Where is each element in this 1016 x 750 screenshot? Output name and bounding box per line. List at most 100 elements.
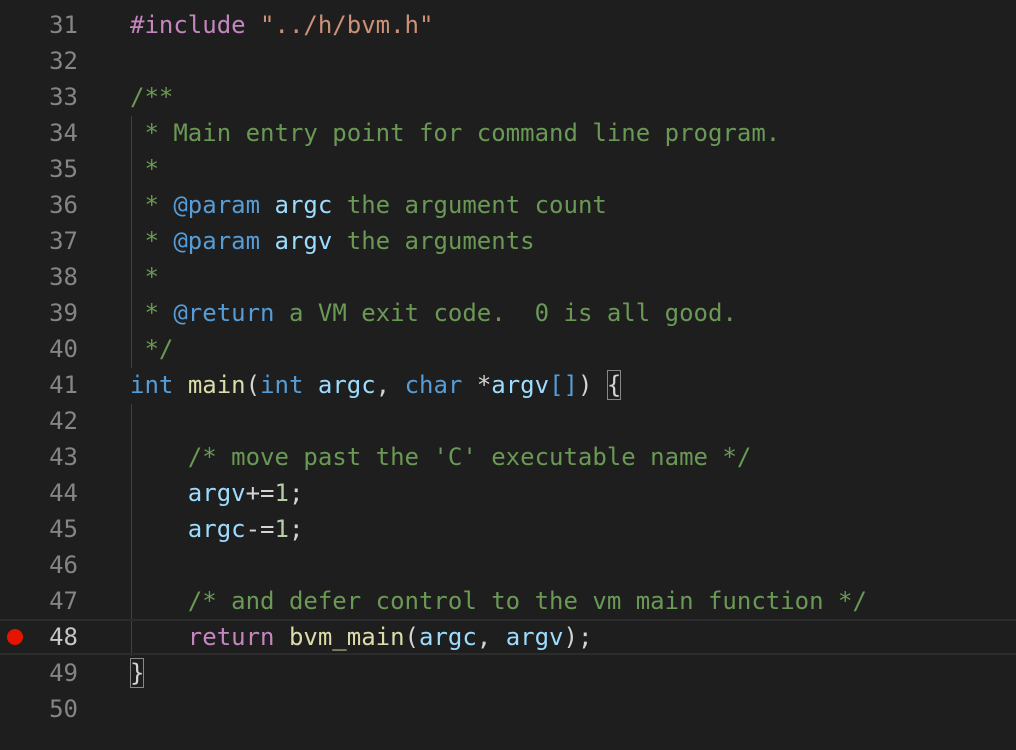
code-text[interactable]: * @return a VM exit code. 0 is all good. bbox=[130, 295, 737, 331]
line-number[interactable]: 44 bbox=[0, 475, 78, 511]
comment-token: * Main entry point for command line prog… bbox=[130, 119, 781, 147]
code-text[interactable]: */ bbox=[130, 331, 173, 367]
line-number[interactable]: 50 bbox=[0, 691, 78, 727]
line-number[interactable]: 32 bbox=[0, 43, 78, 79]
line-number[interactable]: 33 bbox=[0, 79, 78, 115]
bracket-token: [] bbox=[549, 371, 578, 399]
line-number[interactable]: 35 bbox=[0, 151, 78, 187]
punctuation-token bbox=[130, 443, 188, 471]
code-text[interactable]: /* move past the 'C' executable name */ bbox=[130, 439, 752, 475]
line-number[interactable]: 43 bbox=[0, 439, 78, 475]
code-text[interactable]: * @param argc the argument count bbox=[130, 187, 607, 223]
line-number[interactable]: 39 bbox=[0, 295, 78, 331]
comment-token: * bbox=[130, 263, 159, 291]
line-number[interactable]: 47 bbox=[0, 583, 78, 619]
code-text[interactable]: * Main entry point for command line prog… bbox=[130, 115, 780, 151]
code-text[interactable]: * bbox=[130, 151, 158, 187]
code-line[interactable]: 41 int main(int argc, char *argv[]) { bbox=[0, 367, 1016, 403]
function-name-token: bvm_main bbox=[288, 623, 405, 651]
function-name-token: main bbox=[187, 371, 246, 399]
code-text[interactable]: argv+=1; bbox=[130, 475, 304, 511]
code-line[interactable]: 44 argv+=1; bbox=[0, 475, 1016, 511]
line-number[interactable]: 31 bbox=[0, 7, 78, 43]
code-line[interactable]: 36 * @param argc the argument count bbox=[0, 187, 1016, 223]
code-line[interactable]: 39 * @return a VM exit code. 0 is all go… bbox=[0, 295, 1016, 331]
code-line[interactable]: 48 return bvm_main(argc, argv); bbox=[0, 619, 1016, 655]
line-number[interactable]: 42 bbox=[0, 403, 78, 439]
punctuation-token bbox=[303, 371, 317, 399]
code-line[interactable]: 46 bbox=[0, 547, 1016, 583]
string-token: "../h/bvm.h" bbox=[260, 11, 434, 39]
comment-token: * bbox=[130, 299, 174, 327]
punctuation-token: ; bbox=[288, 515, 304, 543]
comment-token: * bbox=[130, 227, 174, 255]
punctuation-token: ( bbox=[245, 371, 261, 399]
code-text[interactable]: /** bbox=[130, 79, 173, 115]
line-number[interactable]: 34 bbox=[0, 115, 78, 151]
line-number[interactable]: 41 bbox=[0, 367, 78, 403]
matched-bracket: } bbox=[130, 658, 145, 688]
variable-token: argc bbox=[419, 623, 477, 651]
punctuation-token bbox=[130, 587, 188, 615]
line-number[interactable]: 37 bbox=[0, 223, 78, 259]
line-number[interactable]: 36 bbox=[0, 187, 78, 223]
code-line[interactable]: 45 argc-=1; bbox=[0, 511, 1016, 547]
code-line[interactable]: 34 * Main entry point for command line p… bbox=[0, 115, 1016, 151]
variable-token: argc bbox=[317, 371, 376, 399]
variable-token: argv bbox=[274, 227, 333, 255]
code-text[interactable]: return bvm_main(argc, argv); bbox=[130, 621, 593, 653]
code-text[interactable]: argc-=1; bbox=[130, 511, 304, 547]
comment-token: the arguments bbox=[332, 227, 535, 255]
punctuation-token bbox=[173, 371, 187, 399]
code-line[interactable]: 43 /* move past the 'C' executable name … bbox=[0, 439, 1016, 475]
comment-token: a VM exit code. 0 is all good. bbox=[274, 299, 737, 327]
punctuation-token bbox=[130, 623, 188, 651]
code-text[interactable]: * @param argv the arguments bbox=[130, 223, 535, 259]
comment-token: * bbox=[130, 191, 174, 219]
code-line[interactable]: 42 bbox=[0, 403, 1016, 439]
code-text[interactable]: int main(int argc, char *argv[]) { bbox=[130, 367, 622, 403]
line-number[interactable]: 48 bbox=[0, 621, 78, 653]
preprocessor-token: #include bbox=[130, 11, 261, 39]
punctuation-token bbox=[130, 479, 188, 507]
code-text[interactable]: * bbox=[130, 259, 159, 295]
code-line[interactable]: 40 */ bbox=[0, 331, 1016, 367]
matched-bracket: { bbox=[606, 370, 622, 400]
punctuation-token: , bbox=[375, 371, 405, 399]
code-line[interactable]: 49} bbox=[0, 655, 1016, 691]
punctuation-token: ; bbox=[288, 479, 304, 507]
code-line[interactable]: 32 bbox=[0, 43, 1016, 79]
line-number[interactable]: 49 bbox=[0, 655, 78, 691]
code-text[interactable]: #include "../h/bvm.h" bbox=[130, 7, 433, 43]
code-line[interactable]: 50 bbox=[0, 691, 1016, 727]
code-line[interactable]: 31 #include "../h/bvm.h" bbox=[0, 7, 1016, 43]
doc-tag-token: @param bbox=[173, 191, 261, 219]
keyword-token: int bbox=[260, 371, 304, 399]
doc-tag-token: @param bbox=[173, 227, 261, 255]
code-line[interactable]: 37 * @param argv the arguments bbox=[0, 223, 1016, 259]
line-number[interactable]: 38 bbox=[0, 259, 78, 295]
code-editor[interactable]: 31 #include "../h/bvm.h" 32 33 /** 34 * Main … bbox=[0, 0, 1016, 750]
code-line[interactable]: 35 * bbox=[0, 151, 1016, 187]
code-line[interactable]: 47 /* and defer control to the vm main f… bbox=[0, 583, 1016, 619]
code-line[interactable]: 33 /** bbox=[0, 79, 1016, 115]
keyword-token: int bbox=[130, 371, 174, 399]
code-line[interactable]: 38 * bbox=[0, 259, 1016, 295]
comment-token: */ bbox=[130, 335, 174, 363]
comment-token: /** bbox=[130, 83, 174, 111]
code-text[interactable]: /* and defer control to the vm main func… bbox=[130, 583, 867, 619]
number-token: 1 bbox=[274, 479, 289, 507]
code-text[interactable]: } bbox=[130, 655, 145, 691]
punctuation-token bbox=[275, 623, 289, 651]
comment-token: the argument count bbox=[332, 191, 607, 219]
line-number[interactable]: 40 bbox=[0, 331, 78, 367]
punctuation-token: * bbox=[462, 371, 492, 399]
variable-token: argv bbox=[187, 479, 246, 507]
line-number[interactable]: 45 bbox=[0, 511, 78, 547]
comment-token: /* move past the 'C' executable name */ bbox=[187, 443, 752, 471]
variable-token: argv bbox=[491, 371, 550, 399]
variable-token: argv bbox=[505, 623, 564, 651]
control-keyword-token: return bbox=[187, 623, 275, 651]
line-number[interactable]: 46 bbox=[0, 547, 78, 583]
punctuation-token: , bbox=[476, 623, 506, 651]
